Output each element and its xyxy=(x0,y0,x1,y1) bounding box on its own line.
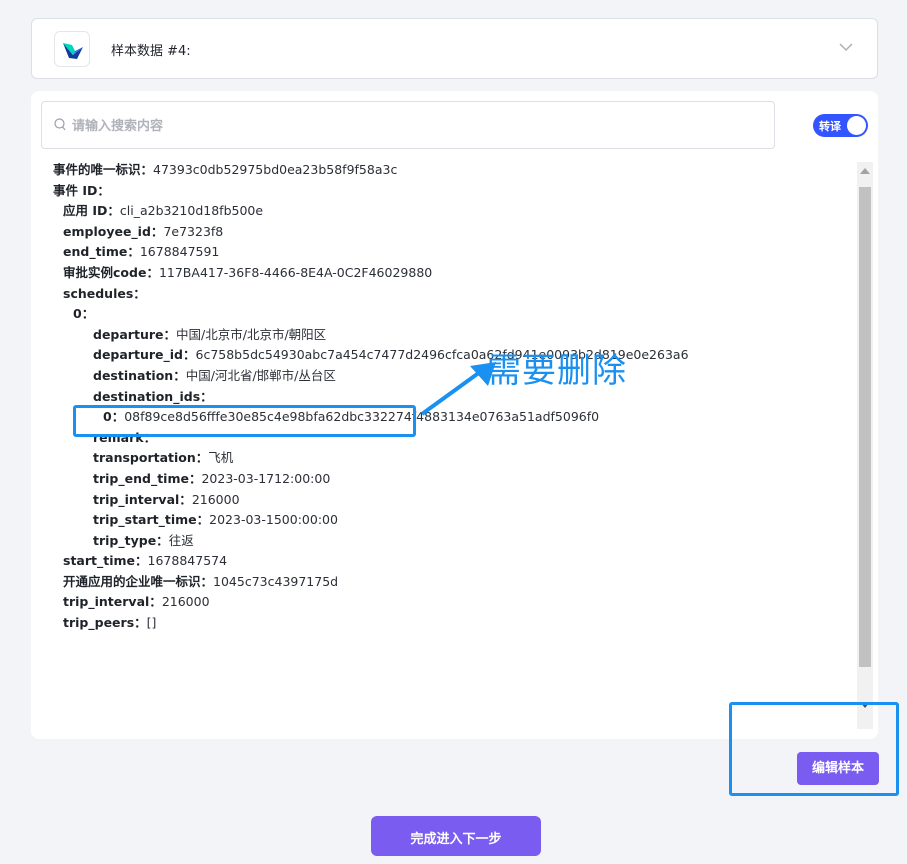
tree-row: trip_end_time：2023-03-1712:00:00 xyxy=(53,469,853,490)
tree-key: 开通应用的企业唯一标识 xyxy=(63,573,201,589)
tree-key: employee_id xyxy=(63,223,151,239)
tree-row: end_time：1678847591 xyxy=(53,242,853,263)
tree-row: 开通应用的企业唯一标识：1045c73c4397175d xyxy=(53,572,853,593)
tree-key: trip_end_time xyxy=(93,470,189,486)
tree-value: 216000 xyxy=(161,594,210,610)
tree-value: 7e7323f8 xyxy=(163,223,224,239)
tree-key: 审批实例code xyxy=(63,264,147,280)
tree-key: departure_id xyxy=(93,347,183,363)
tree-row: 0： xyxy=(53,304,853,325)
tree-key: 事件 ID xyxy=(53,182,98,198)
tree-row: trip_peers：[] xyxy=(53,613,853,634)
tree-value: [] xyxy=(146,615,157,631)
tree-separator: ： xyxy=(81,306,95,322)
feishu-logo-icon xyxy=(63,43,83,59)
tree-separator: ： xyxy=(156,532,169,548)
tree-row: start_time：1678847574 xyxy=(53,551,853,572)
tree-value: 2023-03-1712:00:00 xyxy=(201,470,331,486)
tree-row: trip_type：往返 xyxy=(53,531,853,552)
tree-key: trip_peers xyxy=(63,615,135,631)
vertical-scrollbar[interactable] xyxy=(857,162,873,729)
tree-separator: ： xyxy=(140,162,154,177)
tree-separator: ： xyxy=(200,573,214,589)
tree-row: departure：中国/北京市/北京市/朝阳区 xyxy=(53,325,853,346)
tree-separator: ： xyxy=(196,512,210,528)
tree-key: 事件的唯一标识 xyxy=(53,162,141,177)
tree-separator: ： xyxy=(133,285,146,301)
annotation-arrow-icon xyxy=(420,362,496,416)
tree-value: 47393c0db52975bd0ea23b58f9f58a3c xyxy=(153,162,398,177)
tree-separator: ： xyxy=(163,326,177,342)
tree-value: 飞机 xyxy=(208,450,234,466)
tree-value: 117BA417-36F8-4466-8E4A-0C2F46029880 xyxy=(158,264,433,280)
tree-row: schedules： xyxy=(53,284,853,305)
tree-separator: ： xyxy=(150,223,164,239)
tree-value: 往返 xyxy=(168,532,194,548)
tree-row: trip_start_time：2023-03-1500:00:00 xyxy=(53,510,853,531)
toggle-knob xyxy=(847,116,866,135)
tree-key: end_time xyxy=(63,244,128,260)
sample-title: 样本数据 #4: xyxy=(111,44,191,59)
sample-header[interactable]: 样本数据 #4: xyxy=(31,18,878,79)
tree-row: 事件的唯一标识：47393c0db52975bd0ea23b58f9f58a3c xyxy=(53,160,853,181)
tree-row: employee_id：7e7323f8 xyxy=(53,222,853,243)
tree-row: 事件 ID： xyxy=(53,181,853,202)
tree-separator: ： xyxy=(200,388,213,404)
tree-separator: ： xyxy=(173,367,186,383)
search-box[interactable] xyxy=(41,101,775,149)
tree-row: trip_interval：216000 xyxy=(53,592,853,613)
tree-key: trip_interval xyxy=(93,491,180,507)
search-icon xyxy=(54,118,66,131)
scroll-thumb[interactable] xyxy=(859,187,871,667)
tree-key: trip_interval xyxy=(63,594,150,610)
tree-row: 应用 ID：cli_a2b3210d18fb500e xyxy=(53,201,853,222)
translate-toggle[interactable]: 转译 xyxy=(813,114,868,137)
tree-separator: ： xyxy=(107,203,120,219)
scroll-up-arrow-icon[interactable] xyxy=(860,168,870,174)
tree-row: 审批实例code：117BA417-36F8-4466-8E4A-0C2F460… xyxy=(53,263,853,284)
tree-separator: ： xyxy=(188,470,202,486)
tree-key: 应用 ID xyxy=(63,203,108,219)
tree-row: trip_interval：216000 xyxy=(53,490,853,511)
tree-separator: ： xyxy=(127,244,140,260)
tree-row: transportation：飞机 xyxy=(53,448,853,469)
tree-key: start_time xyxy=(63,553,136,569)
tree-value: 1678847591 xyxy=(139,244,220,260)
tree-key: trip_type xyxy=(93,532,157,548)
search-input[interactable] xyxy=(70,114,754,138)
tree-value: 1045c73c4397175d xyxy=(213,573,339,589)
tree-key: trip_start_time xyxy=(93,512,197,528)
tree-value: 中国/河北省/邯郸市/丛台区 xyxy=(185,367,336,383)
tree-separator: ： xyxy=(195,450,209,466)
tree-separator: ： xyxy=(149,594,162,610)
tree-separator: ： xyxy=(135,553,148,569)
chevron-down-icon[interactable] xyxy=(839,43,853,52)
annotation-text: 需要删除 xyxy=(487,351,627,391)
tree-separator: ： xyxy=(179,491,192,507)
tree-separator: ： xyxy=(182,347,196,363)
tree-key: schedules xyxy=(63,285,134,301)
tree-key: departure xyxy=(93,326,164,342)
tree-value: cli_a2b3210d18fb500e xyxy=(119,203,264,219)
tree-separator: ： xyxy=(146,264,159,280)
tree-value: 中国/北京市/北京市/朝阳区 xyxy=(176,326,327,342)
destination-highlight-box xyxy=(73,405,416,437)
app-logo xyxy=(54,31,90,67)
tree-separator: ： xyxy=(97,182,110,198)
next-step-button[interactable]: 完成进入下一步 xyxy=(371,816,541,856)
tree-key: 0 xyxy=(73,306,82,322)
tree-value: 1678847574 xyxy=(147,553,228,569)
tree-separator: ： xyxy=(134,615,147,631)
toggle-label: 转译 xyxy=(819,120,841,133)
tree-key: destination_ids xyxy=(93,388,201,404)
tree-value: 2023-03-1500:00:00 xyxy=(209,512,338,528)
edit-button-highlight-box xyxy=(729,702,899,796)
tree-key: transportation xyxy=(93,450,196,466)
tree-key: destination xyxy=(93,367,174,383)
tree-value: 216000 xyxy=(191,491,240,507)
